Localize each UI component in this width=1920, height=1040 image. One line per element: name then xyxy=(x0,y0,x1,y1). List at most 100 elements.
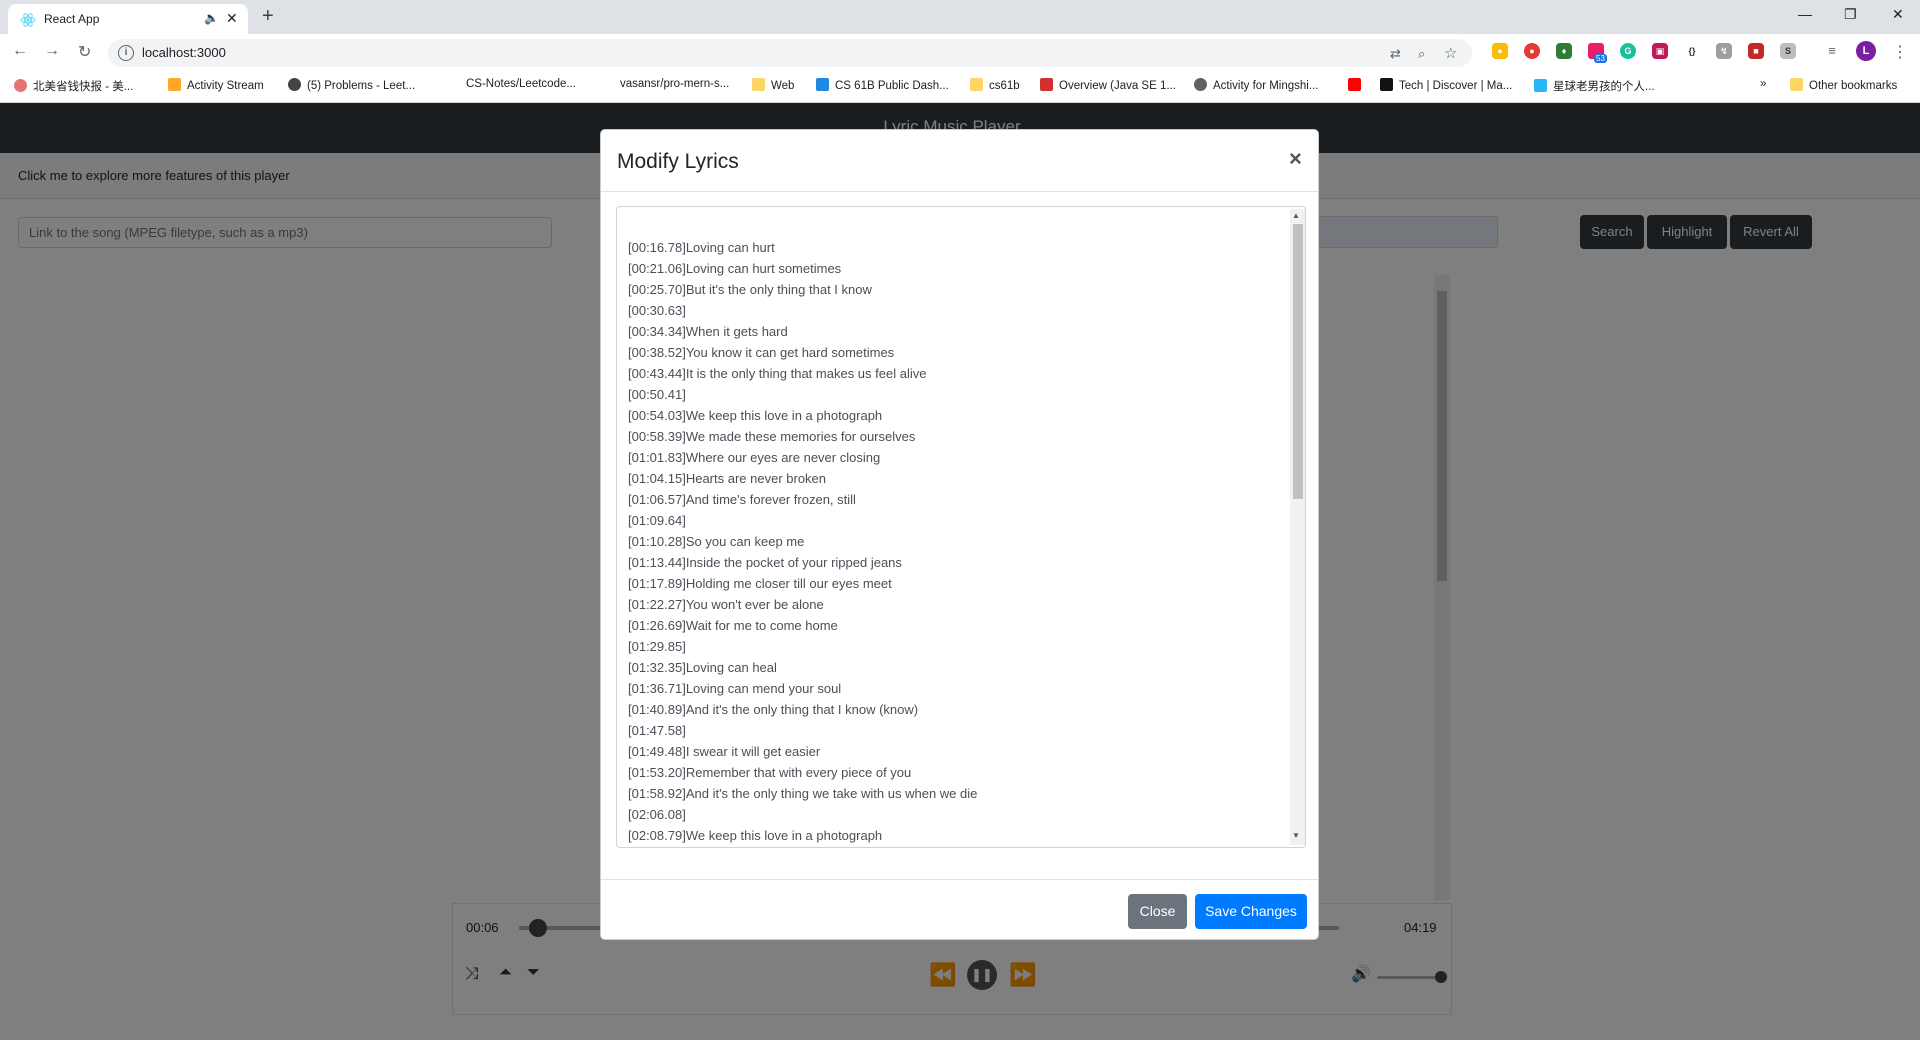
youtube-icon xyxy=(1348,78,1361,91)
tab-title: React App xyxy=(44,12,100,26)
bookmark-item[interactable]: Activity Stream xyxy=(168,78,264,92)
json-icon[interactable]: {} xyxy=(1684,43,1700,59)
tab-strip: React App 🔈 ✕ + — ❐ ✕ xyxy=(0,0,1920,34)
forward-icon[interactable]: → xyxy=(44,42,60,60)
reading-list-icon[interactable]: ≡ xyxy=(1824,43,1840,59)
modal-header: Modify Lyrics × xyxy=(601,130,1318,192)
bookmark-item[interactable]: Overview (Java SE 1... xyxy=(1040,78,1176,92)
lyric-line: [01:40.89]And it's the only thing that I… xyxy=(628,702,919,717)
bookmarks-overflow[interactable]: » xyxy=(1760,78,1766,90)
grammarly-icon[interactable]: G xyxy=(1620,43,1636,59)
folder-icon xyxy=(752,78,765,91)
close-icon[interactable]: × xyxy=(1289,146,1302,172)
moon-icon xyxy=(14,79,27,92)
menu-icon[interactable]: ⋮ xyxy=(1892,42,1908,62)
address-bar[interactable]: i localhost:3000 ⇄ ⌕ ☆ xyxy=(108,39,1472,67)
bookmark-item[interactable] xyxy=(1348,78,1367,92)
lyric-line: [00:50.41] xyxy=(628,387,686,402)
bookmark-item[interactable]: cs61b xyxy=(970,78,1020,92)
extension-icon[interactable]: ● xyxy=(1492,43,1508,59)
lyric-line: [01:10.28]So you can keep me xyxy=(628,534,805,549)
bookmark-item[interactable]: Activity for Mingshi... xyxy=(1194,78,1318,92)
site-info-icon[interactable]: i xyxy=(118,45,134,61)
tab-close-icon[interactable]: ✕ xyxy=(226,10,238,27)
bookmark-item[interactable]: (5) Problems - Leet... xyxy=(288,78,415,92)
save-changes-button[interactable]: Save Changes xyxy=(1195,894,1307,929)
scroll-down-icon[interactable]: ▼ xyxy=(1292,831,1300,840)
lyric-line: [00:54.03]We keep this love in a photogr… xyxy=(628,408,883,423)
lyric-line: [02:08.79]We keep this love in a photogr… xyxy=(628,828,883,843)
modal-title: Modify Lyrics xyxy=(617,150,739,173)
bookmark-item[interactable]: Tech | Discover | Ma... xyxy=(1380,78,1512,92)
adblock-icon[interactable]: ● xyxy=(1524,43,1540,59)
lyric-line: [01:47.58] xyxy=(628,723,686,738)
lyric-line: [01:58.92]And it's the only thing we tak… xyxy=(628,786,978,801)
lyric-line: [01:36.71]Loving can mend your soul xyxy=(628,681,842,696)
profile-avatar[interactable]: L xyxy=(1856,41,1876,61)
lyrics-textarea[interactable]: [00:16.78]Loving can hurt [00:21.06]Lovin… xyxy=(616,206,1306,848)
lyric-line: [01:04.15]Hearts are never broken xyxy=(628,471,827,486)
activity-icon xyxy=(168,78,181,91)
zoom-icon[interactable]: ⌕ xyxy=(1418,46,1425,62)
minimize-icon[interactable]: — xyxy=(1798,6,1812,22)
lyric-line: [00:30.63] xyxy=(628,303,686,318)
tech-icon xyxy=(1380,78,1393,91)
folder-icon xyxy=(970,78,983,91)
bookmarks-bar: 北美省钱快报 - 美... Activity Stream (5) Proble… xyxy=(0,70,1920,103)
lyric-line: [01:32.35]Loving can heal xyxy=(628,660,777,675)
globe-icon xyxy=(288,78,301,91)
lyric-line: [00:38.52]You know it can get hard somet… xyxy=(628,345,895,360)
tab-audio-icon[interactable]: 🔈 xyxy=(204,11,219,25)
react-logo-icon xyxy=(20,13,36,27)
lyric-line: [00:43.44]It is the only thing that make… xyxy=(628,366,927,381)
lyric-line: [02:06.08] xyxy=(628,807,686,822)
lyric-line: [01:53.20]Remember that with every piece… xyxy=(628,765,912,780)
lyric-line: [00:34.34]When it gets hard xyxy=(628,324,788,339)
bookmark-item[interactable]: CS-Notes/Leetcode... xyxy=(466,78,576,90)
folder-icon xyxy=(1790,78,1803,91)
extension-icon[interactable]: ↯ xyxy=(1716,43,1732,59)
bookmark-star-icon[interactable]: ☆ xyxy=(1444,44,1457,62)
bookmark-item[interactable]: 北美省钱快报 - 美... xyxy=(14,78,133,94)
lyric-line: [01:17.89]Holding me closer till our eye… xyxy=(628,576,892,591)
lyric-line: [00:16.78]Loving can hurt xyxy=(628,240,775,255)
oracle-icon xyxy=(1040,78,1053,91)
extension-icon[interactable]: S xyxy=(1780,43,1796,59)
url-text: localhost:3000 xyxy=(142,45,226,60)
bookmark-item[interactable]: Other bookmarks xyxy=(1790,78,1897,92)
extension-icon[interactable]: ■ xyxy=(1748,43,1764,59)
back-icon[interactable]: ← xyxy=(12,42,28,60)
textarea-scrollbar[interactable]: ▲ ▼ xyxy=(1290,209,1305,845)
close-button[interactable]: Close xyxy=(1128,894,1187,929)
scrollbar-thumb[interactable] xyxy=(1293,224,1303,499)
lyric-line: [01:22.27]You won't ever be alone xyxy=(628,597,824,612)
lyric-line: [01:26.69]Wait for me to come home xyxy=(628,618,838,633)
lyric-line: [00:21.06]Loving can hurt sometimes xyxy=(628,261,842,276)
bookmark-item[interactable]: Web xyxy=(752,78,794,92)
translate-icon[interactable]: ⇄ xyxy=(1390,46,1401,62)
reload-icon[interactable]: ↻ xyxy=(78,42,91,62)
bookmark-item[interactable]: 星球老男孩的个人... xyxy=(1534,78,1655,94)
new-tab-button[interactable]: + xyxy=(262,5,274,28)
lyric-line: [01:13.44]Inside the pocket of your ripp… xyxy=(628,555,902,570)
bookmark-item[interactable]: CS 61B Public Dash... xyxy=(816,78,949,92)
lyric-line: [00:58.39]We made these memories for our… xyxy=(628,429,916,444)
browser-tab[interactable]: React App 🔈 ✕ xyxy=(8,4,248,34)
lyric-line: [01:29.85] xyxy=(628,639,686,654)
lyric-line: [01:09.64] xyxy=(628,513,686,528)
shield-icon[interactable]: ♦ xyxy=(1556,43,1572,59)
lyric-line: [01:01.83]Where our eyes are never closi… xyxy=(628,450,881,465)
extension-badge: 53 xyxy=(1594,54,1607,63)
lyric-line: [01:49.48]I swear it will get easier xyxy=(628,744,821,759)
bookmark-item[interactable]: vasansr/pro-mern-s... xyxy=(620,78,729,90)
user-icon xyxy=(1194,78,1207,91)
scroll-up-icon[interactable]: ▲ xyxy=(1292,211,1300,220)
extension-icon[interactable]: ▣ xyxy=(1652,43,1668,59)
modify-lyrics-modal: Modify Lyrics × [00:16.78]Loving can hur… xyxy=(600,129,1319,940)
dashboard-icon xyxy=(816,78,829,91)
browser-toolbar: ← → ↻ i localhost:3000 ⇄ ⌕ ☆ ● ● ♦ 53 G … xyxy=(0,34,1920,70)
lyric-line: [00:25.70]But it's the only thing that I… xyxy=(628,282,872,297)
window-close-icon[interactable]: ✕ xyxy=(1892,6,1904,23)
restore-icon[interactable]: ❐ xyxy=(1844,6,1857,23)
bilibili-icon xyxy=(1534,79,1547,92)
